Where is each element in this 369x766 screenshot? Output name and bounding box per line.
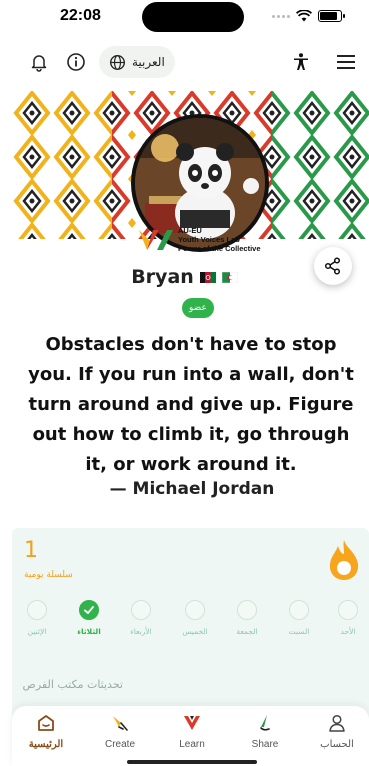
nav-label: الرئيسية (28, 739, 64, 750)
day-item: الجمعة (222, 600, 272, 636)
status-time: 22:08 (60, 7, 101, 24)
dynamic-island (142, 2, 244, 32)
streak-count: 1 (24, 538, 38, 563)
logo-mark-icon (139, 229, 173, 250)
day-item: الإثنين (12, 600, 62, 636)
day-label: الثلاثاء (77, 627, 101, 636)
home-indicator (127, 760, 257, 764)
role-badge: عضو (182, 298, 214, 318)
logo-line-2: Youth Voices Lab (178, 235, 240, 244)
nav-label: Learn (179, 739, 205, 750)
quote-author: — Michael Jordan (109, 479, 275, 499)
day-item: الأربعاء (116, 600, 166, 636)
check-icon (84, 606, 94, 614)
day-item: الأحد (323, 600, 369, 636)
day-label: الخميس (182, 627, 208, 636)
language-label: العربية (132, 55, 165, 69)
day-circle (338, 600, 358, 620)
day-circle (131, 600, 151, 620)
language-switcher[interactable]: العربية (99, 46, 175, 78)
profile-name-row: Bryan (0, 266, 369, 288)
daily-streak-card: 1 سلسلة يومية الأحد السبت الجمعة الخميس … (12, 528, 369, 728)
learn-icon (181, 712, 203, 734)
day-circle (289, 600, 309, 620)
nav-create[interactable]: Create (90, 712, 150, 750)
logo-line-3: Power of the Collective (178, 244, 261, 253)
day-label: الجمعة (236, 627, 258, 636)
nav-home[interactable]: الرئيسية (16, 712, 76, 750)
nav-label: Create (104, 739, 135, 750)
opportunities-title: تحديثات مكتب الفرص (22, 678, 123, 691)
top-header: العربية (0, 42, 369, 82)
nav-account[interactable]: الحساب (307, 712, 367, 750)
day-circle-checked (79, 600, 99, 620)
streak-label: سلسلة يومية (24, 570, 73, 580)
create-icon (109, 712, 131, 734)
day-label: الإثنين (27, 627, 47, 636)
day-label: الأربعاء (130, 627, 152, 636)
day-label: الأحد (340, 627, 356, 636)
day-circle (27, 600, 47, 620)
wifi-icon (296, 10, 312, 22)
day-circle (185, 600, 205, 620)
accessibility-icon[interactable] (289, 50, 313, 74)
day-item: الخميس (170, 600, 220, 636)
globe-icon (110, 54, 125, 70)
account-icon (326, 712, 348, 734)
algeria-flag-icon (221, 271, 238, 283)
weekday-tracker: الأحد السبت الجمعة الخميس الأربعاء الثلا… (12, 600, 369, 644)
info-icon[interactable] (64, 50, 88, 74)
battery-icon (318, 10, 345, 22)
status-bar: 22:08 (0, 0, 369, 36)
user-name: Bryan (131, 266, 194, 288)
bell-icon[interactable] (27, 50, 51, 74)
quote-text: Obstacles don't have to stop you. If you… (28, 334, 354, 475)
fire-icon (329, 540, 359, 580)
day-item: السبت (274, 600, 324, 636)
day-item: الثلاثاء (64, 600, 114, 636)
day-circle (237, 600, 257, 620)
nav-learn[interactable]: Learn (162, 712, 222, 750)
nav-label: Share (251, 739, 279, 750)
nav-share[interactable]: Share (235, 712, 295, 750)
signal-icon (272, 14, 290, 18)
status-icons (272, 10, 345, 22)
share-nav-icon (254, 712, 276, 734)
bottom-nav: الرئيسية Create Learn Share الحساب (12, 706, 369, 766)
afghanistan-flag-icon (199, 271, 216, 283)
home-icon (35, 712, 57, 734)
nav-label: الحساب (320, 739, 354, 750)
logo-line-1: AU-EU (178, 226, 202, 235)
menu-icon[interactable] (334, 50, 358, 74)
day-label: السبت (288, 627, 310, 636)
au-eu-logo: AU-EU Youth Voices Lab Power of the Coll… (137, 226, 261, 253)
